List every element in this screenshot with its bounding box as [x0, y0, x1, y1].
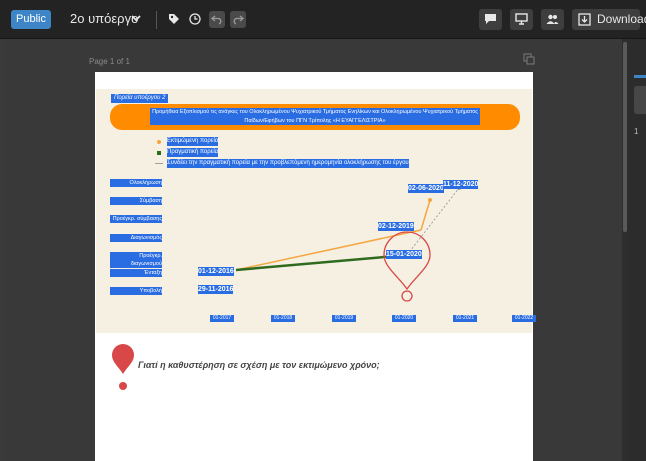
thumbnail-page-number[interactable]: 1 — [634, 127, 638, 136]
location-pin-icon — [112, 344, 134, 390]
point-label-inclusion: 01-12-2016 — [198, 267, 234, 276]
point-label-estimated-completion: 02-06-2020 — [408, 184, 444, 193]
undo-icon[interactable] — [209, 11, 225, 28]
thumbnail-tab-indicator[interactable] — [634, 75, 646, 78]
public-visibility-button[interactable]: Public — [11, 10, 51, 29]
map-marker-icon — [383, 231, 431, 291]
redo-icon[interactable] — [230, 11, 246, 28]
estimated-line-2 — [420, 199, 431, 231]
point-label-submission: 29-11-2016 — [198, 285, 234, 294]
actual-line — [235, 253, 408, 272]
present-icon — [515, 13, 528, 25]
download-label: Download — [597, 12, 646, 26]
point-label-tender-preapproval: 15-01-2020 — [386, 250, 422, 259]
point-label-projected-completion: 11-12-2020 — [443, 180, 479, 189]
comment-button[interactable] — [479, 9, 502, 30]
page-indicator: Page 1 of 1 — [89, 57, 130, 66]
point-label-contract-preapproval: 02-12-2019 — [378, 222, 414, 231]
copy-icon[interactable] — [523, 53, 535, 65]
chart-plot — [235, 186, 461, 302]
projection-line — [406, 187, 460, 256]
share-users-icon — [546, 14, 559, 24]
estimated-point-completion — [428, 198, 432, 202]
toolbar-divider — [156, 11, 157, 29]
project-title[interactable]: 2ο υπόεργο — [70, 9, 138, 29]
present-button[interactable] — [510, 9, 533, 30]
tag-icon[interactable] — [166, 11, 182, 28]
viewer-scrollbar-thumb[interactable] — [623, 42, 627, 232]
chevron-down-icon[interactable] — [130, 12, 142, 24]
download-button[interactable]: Download — [572, 9, 646, 30]
marker-ring-icon — [401, 290, 413, 302]
history-icon[interactable] — [187, 11, 203, 28]
thumbnail-panel-button[interactable] — [634, 86, 646, 114]
comment-icon — [485, 14, 496, 24]
share-button[interactable] — [541, 9, 564, 30]
top-toolbar: Public 2ο υπόεργο Download — [0, 0, 646, 39]
slide-question: Γιατί η καθυστέρηση σε σχέση με τον εκτι… — [138, 360, 380, 370]
download-icon — [578, 13, 591, 26]
